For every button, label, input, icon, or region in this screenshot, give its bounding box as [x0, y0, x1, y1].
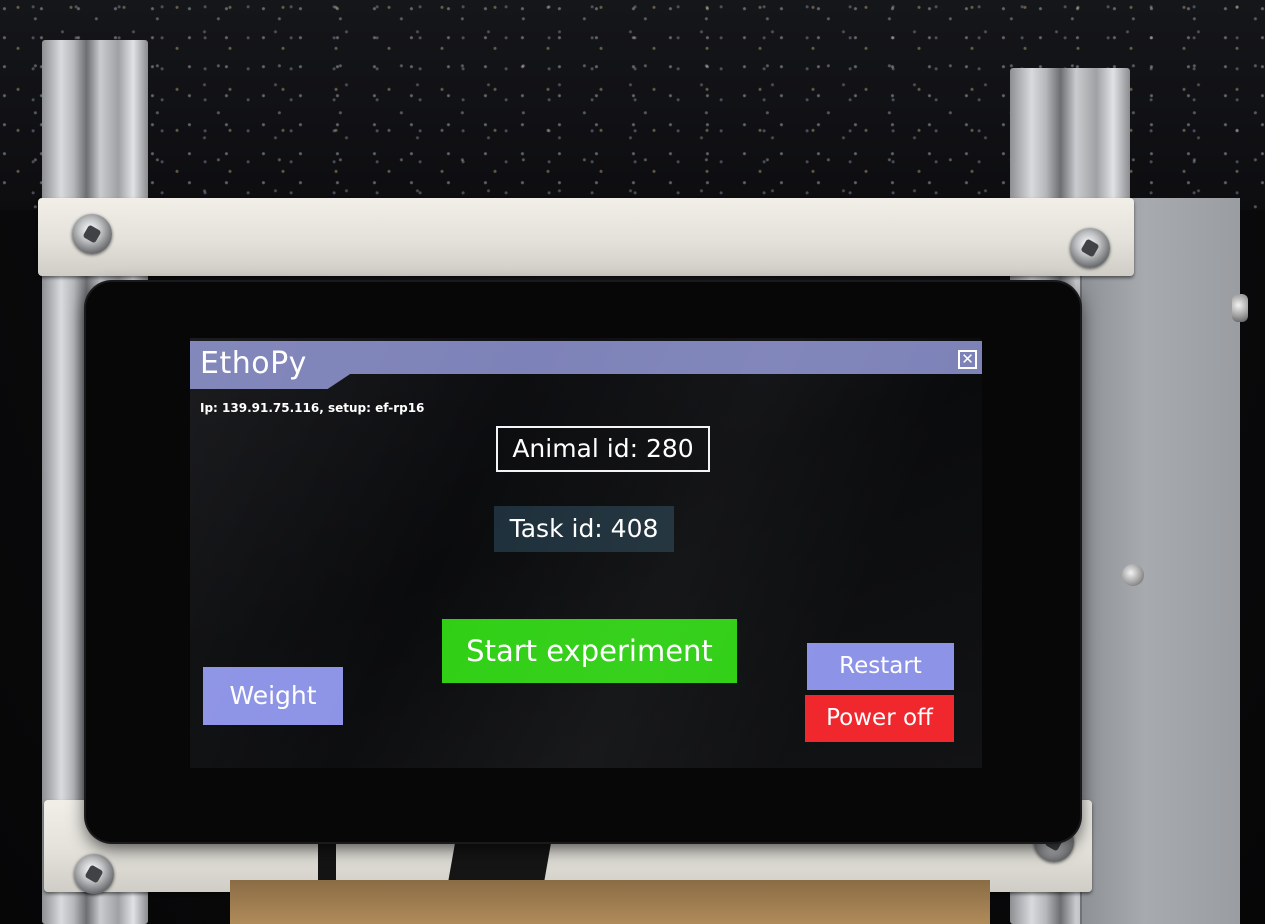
- close-icon[interactable]: ✕: [958, 350, 977, 369]
- restart-button[interactable]: Restart: [807, 643, 954, 690]
- task-id-field[interactable]: Task id: 408: [494, 506, 674, 552]
- side-metal-panel: [1080, 198, 1248, 924]
- black-tape: [448, 838, 552, 882]
- animal-id-field[interactable]: Animal id: 280: [496, 426, 710, 472]
- connection-info: Ip: 139.91.75.116, setup: ef-rp16: [200, 401, 425, 415]
- screw-icon: [72, 214, 112, 254]
- title-bar: EthoPy ✕: [190, 341, 982, 389]
- weight-button[interactable]: Weight: [203, 667, 343, 725]
- start-experiment-button[interactable]: Start experiment: [442, 619, 737, 683]
- app-title: EthoPy: [200, 346, 307, 381]
- top-mount-bracket: [38, 198, 1134, 276]
- screw-icon: [74, 854, 114, 894]
- side-bolt-icon: [1232, 294, 1248, 322]
- side-screw-icon: [1122, 564, 1144, 586]
- power-off-button[interactable]: Power off: [805, 695, 954, 742]
- photo-scene: EthoPy ✕ Ip: 139.91.75.116, setup: ef-rp…: [0, 0, 1265, 924]
- cardboard-base: [230, 880, 990, 924]
- screw-icon: [1070, 228, 1110, 268]
- app-screen: EthoPy ✕ Ip: 139.91.75.116, setup: ef-rp…: [190, 338, 982, 768]
